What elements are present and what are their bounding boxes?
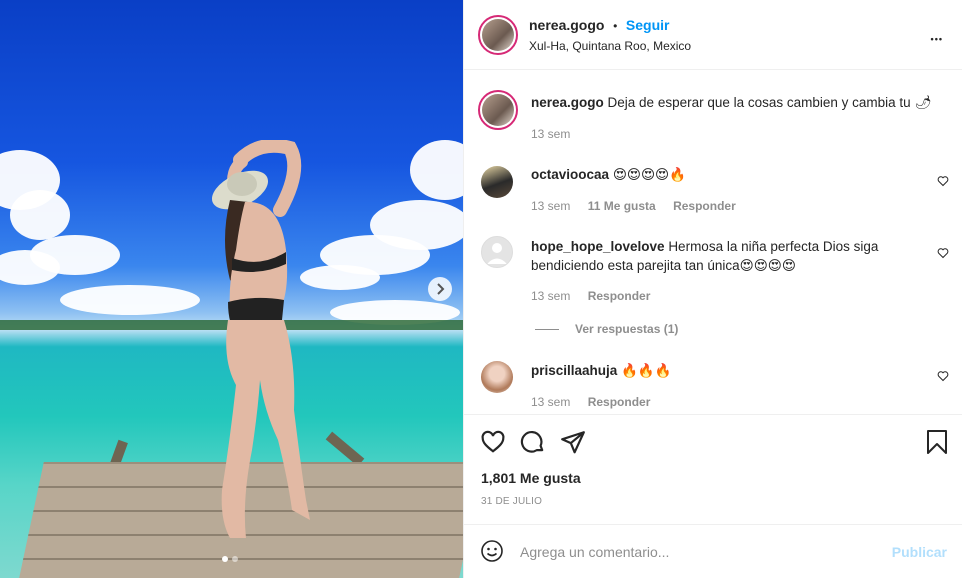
carousel-dot	[222, 556, 228, 562]
comment-time[interactable]: 13 sem	[531, 289, 570, 303]
next-photo-button[interactable]	[428, 277, 452, 301]
caption-text-block: nerea.gogo Deja de esperar que la cosas …	[531, 93, 932, 112]
caption-username[interactable]: nerea.gogo	[531, 95, 604, 110]
like-comment-heart-icon[interactable]	[937, 370, 949, 382]
reply-button[interactable]: Responder	[588, 395, 651, 409]
comment-meta: 13 sem Responder	[531, 395, 664, 409]
header-separator: •	[613, 19, 618, 33]
post-panel: nerea.gogo • Seguir Xul-Ha, Quintana Roo…	[463, 0, 962, 578]
emoji-icon[interactable]	[480, 539, 504, 563]
publish-button[interactable]: Publicar	[892, 544, 947, 560]
comment-time[interactable]: 13 sem	[531, 395, 570, 409]
caption-emoji: 🌶	[914, 95, 932, 110]
post-actions	[464, 414, 962, 524]
photo-cloud	[300, 265, 380, 290]
comment-time[interactable]: 13 sem	[531, 199, 570, 213]
comment-username[interactable]: hope_hope_lovelove	[531, 239, 665, 254]
carousel-indicator	[222, 556, 238, 562]
comment-username[interactable]: octavioocaa	[531, 167, 609, 182]
like-comment-heart-icon[interactable]	[937, 247, 949, 259]
caption-meta: 13 sem	[531, 127, 584, 141]
post-date[interactable]: 31 DE JULIO	[481, 496, 542, 507]
comment-text: 😍😍😍😍🔥	[612, 167, 686, 182]
carousel-dot	[232, 556, 238, 562]
photo-cloud	[0, 250, 60, 285]
comment-text-block: hope_hope_lovelove Hermosa la niña perfe…	[531, 237, 911, 275]
comment-icon[interactable]	[520, 429, 546, 455]
view-replies-button[interactable]: Ver respuestas (1)	[535, 322, 678, 336]
photo-cloud	[410, 140, 463, 200]
comment-username[interactable]: priscillaahuja	[531, 363, 617, 378]
comment-text-block: priscillaahuja 🔥🔥🔥	[531, 361, 672, 380]
photo-cloud	[10, 190, 70, 240]
add-comment-bar: Publicar	[464, 524, 962, 578]
like-comment-heart-icon[interactable]	[937, 175, 949, 187]
post-photo[interactable]	[0, 0, 463, 578]
caption-text: Deja de esperar que la cosas cambien y c…	[607, 95, 911, 110]
author-avatar[interactable]	[478, 15, 518, 55]
commenter-avatar[interactable]	[481, 236, 513, 268]
comment-text: 🔥🔥🔥	[621, 363, 672, 378]
more-icon: •••	[930, 34, 943, 44]
chevron-right-icon	[437, 283, 445, 295]
more-options-button[interactable]: •••	[931, 26, 943, 47]
replies-divider	[535, 328, 559, 330]
post-location[interactable]: Xul-Ha, Quintana Roo, Mexico	[529, 39, 691, 53]
comment-text-block: octavioocaa 😍😍😍😍🔥	[531, 165, 686, 184]
reply-button[interactable]: Responder	[588, 289, 651, 303]
view-replies-label: Ver respuestas (1)	[575, 322, 679, 336]
comment-meta: 13 sem Responder	[531, 289, 664, 303]
photo-cloud	[60, 285, 200, 315]
follow-button[interactable]: Seguir	[626, 17, 670, 33]
comment-input[interactable]	[520, 541, 880, 563]
photo-person	[200, 138, 310, 550]
comment-meta: 13 sem 11 Me gusta Responder	[531, 199, 750, 213]
commenter-avatar[interactable]	[481, 166, 513, 198]
author-username[interactable]: nerea.gogo	[529, 17, 604, 33]
reply-button[interactable]: Responder	[673, 199, 736, 213]
caption-avatar[interactable]	[478, 90, 518, 130]
comment-likes[interactable]: 11 Me gusta	[588, 199, 656, 213]
post-header: nerea.gogo • Seguir Xul-Ha, Quintana Roo…	[464, 0, 962, 70]
commenter-avatar[interactable]	[481, 361, 513, 393]
share-icon[interactable]	[560, 429, 586, 455]
bookmark-icon[interactable]	[925, 429, 949, 455]
likes-count[interactable]: 1,801 Me gusta	[481, 470, 581, 486]
default-avatar-icon	[487, 243, 507, 264]
caption-time[interactable]: 13 sem	[531, 127, 570, 141]
heart-icon[interactable]	[480, 429, 506, 455]
